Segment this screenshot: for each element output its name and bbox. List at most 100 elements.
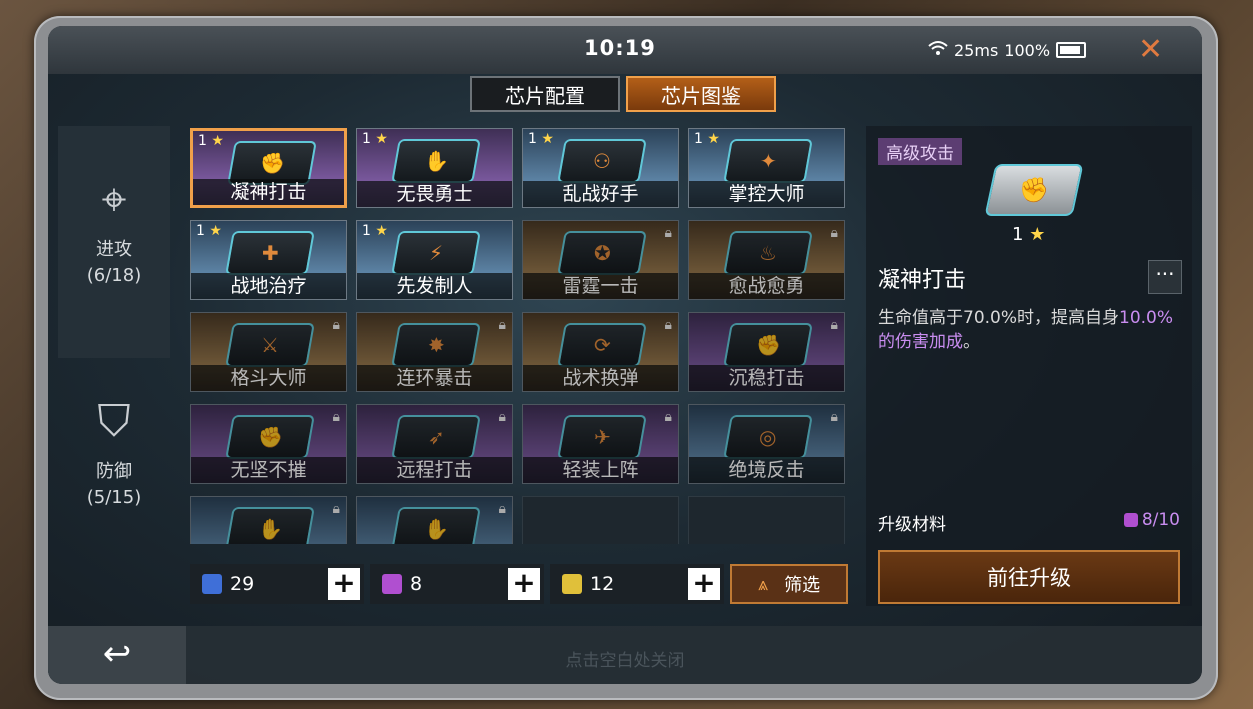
sidebar-item-count: (6/18) — [86, 265, 142, 286]
chip-card-name: 掌控大师 — [689, 181, 844, 207]
battery-percent: 100% — [1004, 40, 1051, 60]
chip-card[interactable]: ◎ 🔒︎ 绝境反击 — [688, 404, 845, 484]
desc-text: 生命值高于70.0%时，提高自身 — [878, 308, 1120, 328]
clock: 10:19 — [584, 36, 656, 60]
chip-card[interactable]: ⚇ 1 ★ 乱战好手 — [522, 128, 679, 208]
back-button[interactable]: ↩ — [48, 626, 186, 684]
chip-emblem-icon: ⚡ — [428, 241, 444, 265]
chip-image: ⚔ — [225, 323, 315, 367]
chip-card — [522, 496, 679, 544]
chip-emblem-icon: ◎ — [759, 425, 777, 449]
filter-button[interactable]: ⩓ 筛选 — [730, 564, 848, 604]
chip-level: 1 — [362, 223, 371, 239]
resource-value: 12 — [590, 573, 615, 595]
chip-emblem-icon: ✈ — [593, 425, 611, 449]
sidebar-item-defense[interactable]: ⛉ 防御 (5/15) — [58, 376, 170, 556]
chip-card[interactable]: ⟳ 🔒︎ 战术换弹 — [522, 312, 679, 392]
lock-icon: 🔒︎ — [332, 409, 340, 425]
lock-icon: 🔒︎ — [830, 317, 838, 333]
more-options-button[interactable]: ··· — [1148, 260, 1182, 294]
resource-purple: 8 + — [370, 564, 544, 604]
chip-card[interactable]: ✪ 🔒︎ 雷霆一击 — [522, 220, 679, 300]
ping-value: 25ms — [954, 40, 999, 60]
status-indicators: 25ms 100% — [928, 40, 1087, 60]
chip-card-name: 格斗大师 — [191, 365, 346, 391]
tab-chip-config[interactable]: 芯片配置 — [470, 76, 620, 112]
chip-card[interactable]: ✋ 🔒︎ — [190, 496, 347, 544]
chip-card-name: 乱战好手 — [523, 181, 678, 207]
chip-card-name: 愈战愈勇 — [689, 273, 844, 299]
star-icon: ★ — [209, 223, 222, 239]
chip-stars: 1 ★ — [362, 223, 388, 239]
chip-card-name: 无坚不摧 — [191, 457, 346, 483]
chip-card[interactable]: ✊ 🔒︎ 无坚不摧 — [190, 404, 347, 484]
chip-image: ✪ — [557, 231, 647, 275]
chip-card-name: 轻装上阵 — [523, 457, 678, 483]
star-icon: ★ — [211, 133, 224, 149]
chip-card[interactable]: ✸ 🔒︎ 连环暴击 — [356, 312, 513, 392]
shield-icon: ⛉ — [97, 396, 131, 447]
resource-value: 29 — [230, 573, 255, 595]
tab-bar: 芯片配置 芯片图鉴 — [470, 76, 776, 112]
chip-card[interactable]: ➶ 🔒︎ 远程打击 — [356, 404, 513, 484]
chip-image: ✋ — [391, 139, 481, 183]
chip-card[interactable]: ⚡ 1 ★ 先发制人 — [356, 220, 513, 300]
add-purple-button[interactable]: + — [508, 568, 540, 600]
chip-card[interactable]: ✦ 1 ★ 掌控大师 — [688, 128, 845, 208]
sidebar-item-attack[interactable]: ⌖ 进攻 (6/18) — [58, 126, 170, 358]
chip-card[interactable]: ✊ 🔒︎ 沉稳打击 — [688, 312, 845, 392]
chip-card[interactable]: ♨ 🔒︎ 愈战愈勇 — [688, 220, 845, 300]
tab-chip-catalog[interactable]: 芯片图鉴 — [626, 76, 776, 112]
chip-emblem-icon: ♨ — [759, 241, 777, 265]
star-icon: ★ — [541, 131, 554, 147]
wifi-icon — [928, 40, 948, 60]
chip-level: 1 — [196, 223, 205, 239]
lock-icon: 🔒︎ — [332, 501, 340, 517]
bottom-bar: 点击空白处关闭 ↩ — [48, 626, 1202, 684]
resource-bar: 29 + 8 + 12 + ⩓ 筛选 — [190, 564, 890, 604]
chip-image: ⚡ — [391, 231, 481, 275]
chip-level: 1 — [362, 131, 371, 147]
chip-stars: 1 ★ — [362, 131, 388, 147]
sidebar-item-count: (5/15) — [86, 487, 142, 508]
materials-label: 升级材料 — [878, 515, 946, 535]
fist-icon: ✊ — [1019, 176, 1049, 204]
chip-card-name: 远程打击 — [357, 457, 512, 483]
chip-card[interactable]: ✋ 🔒︎ — [356, 496, 513, 544]
close-hint[interactable]: 点击空白处关闭 — [48, 646, 1202, 671]
chip-emblem-icon: ✊ — [257, 425, 283, 449]
sidebar-item-label: 防御 — [96, 461, 132, 482]
chip-description: 生命值高于70.0%时，提高自身10.0%的伤害加成。 — [878, 306, 1178, 354]
back-arrow-icon: ↩ — [102, 634, 132, 674]
chip-card[interactable]: ✊ 1 ★ 凝神打击 — [190, 128, 347, 208]
go-upgrade-button[interactable]: 前往升级 — [878, 550, 1180, 604]
game-screen: 10:19 25ms 100% ✕ 芯片配置 芯片图鉴 ⌖ 进攻 (6/18) … — [48, 26, 1202, 684]
chip-card[interactable]: ✈ 🔒︎ 轻装上阵 — [522, 404, 679, 484]
chip-image: ✋ — [225, 507, 315, 544]
chip-emblem-icon: ✋ — [257, 517, 283, 541]
chip-image: ⟳ — [557, 323, 647, 367]
chip-stars: 1 ★ — [528, 131, 554, 147]
close-icon[interactable]: ✕ — [1138, 32, 1163, 67]
chip-card[interactable]: ⚔ 🔒︎ 格斗大师 — [190, 312, 347, 392]
resource-blue: 29 + — [190, 564, 364, 604]
star-icon: ★ — [1029, 224, 1046, 245]
star-icon: ★ — [707, 131, 720, 147]
category-sidebar: ⌖ 进攻 (6/18) ⛉ 防御 (5/15) — [58, 126, 170, 546]
gold-chip-icon — [562, 574, 582, 594]
lock-icon: 🔒︎ — [664, 317, 672, 333]
add-gold-button[interactable]: + — [688, 568, 720, 600]
lock-icon: 🔒︎ — [664, 409, 672, 425]
chip-preview-image: ✊ — [984, 164, 1084, 216]
resource-value: 8 — [410, 573, 423, 595]
chip-image: ➶ — [391, 415, 481, 459]
add-blue-button[interactable]: + — [328, 568, 360, 600]
chip-image: ✸ — [391, 323, 481, 367]
chip-card[interactable]: ✋ 1 ★ 无畏勇士 — [356, 128, 513, 208]
chip-card — [688, 496, 845, 544]
lock-icon: 🔒︎ — [332, 317, 340, 333]
status-bar: 10:19 25ms 100% ✕ — [48, 26, 1202, 74]
chip-card[interactable]: ✚ 1 ★ 战地治疗 — [190, 220, 347, 300]
lock-icon: 🔒︎ — [830, 409, 838, 425]
chip-image: ✈ — [557, 415, 647, 459]
